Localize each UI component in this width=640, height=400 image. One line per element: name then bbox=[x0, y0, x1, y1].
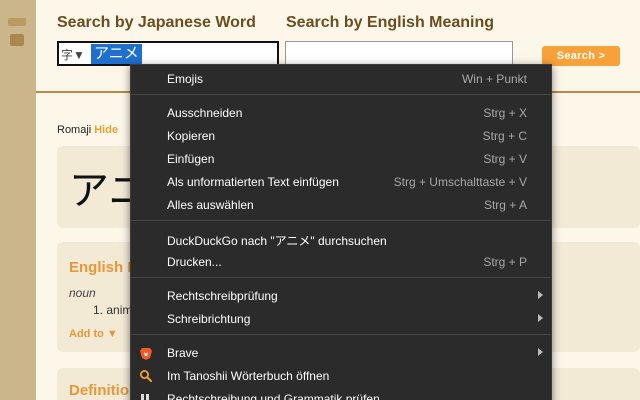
brave-lion-icon bbox=[140, 348, 152, 360]
menu-item-label: Im Tanoshii Wörterbuch öffnen bbox=[167, 369, 330, 383]
ime-indicator[interactable]: 字▼ bbox=[61, 46, 85, 63]
submenu-arrow-icon bbox=[538, 348, 543, 356]
romaji-toggle-row: Romaji Hide bbox=[57, 124, 118, 136]
menu-item-label: Alles auswählen bbox=[167, 198, 254, 212]
menu-item-label: Emojis bbox=[167, 72, 204, 86]
menu-item-label: Drucken... bbox=[167, 255, 222, 269]
menu-item-spellcheck[interactable]: Rechtschreibprüfung bbox=[131, 285, 551, 307]
menu-item-label: Kopieren bbox=[167, 129, 216, 143]
context-menu: Emojis Win + Punkt Ausschneiden Strg + X… bbox=[130, 64, 552, 400]
menu-item-cut[interactable]: Ausschneiden Strg + X bbox=[131, 102, 551, 124]
menu-item-emojis[interactable]: Emojis Win + Punkt bbox=[131, 68, 551, 90]
menu-item-label: Als unformatierten Text einfügen bbox=[167, 175, 339, 189]
menu-item-label: Schreibrichtung bbox=[167, 312, 251, 326]
submenu-arrow-icon bbox=[538, 291, 543, 299]
menu-item-shortcut: Strg + V bbox=[483, 152, 527, 166]
menu-item-search-duckduckgo[interactable]: DuckDuckGo nach "アニメ" durchsuchen bbox=[131, 228, 551, 250]
menu-item-copy[interactable]: Kopieren Strg + C bbox=[131, 125, 551, 147]
definitions-title: Definitio bbox=[69, 382, 129, 399]
search-button[interactable]: Search > bbox=[542, 46, 620, 66]
submenu-arrow-icon bbox=[538, 314, 543, 322]
menu-item-select-all[interactable]: Alles auswählen Strg + A bbox=[131, 194, 551, 216]
selected-input-text: アニメ bbox=[91, 44, 142, 64]
romaji-label: Romaji bbox=[57, 124, 92, 136]
menu-item-label: DuckDuckGo nach "アニメ" durchsuchen bbox=[167, 234, 387, 248]
menu-item-label: Einfügen bbox=[167, 152, 215, 166]
menu-item-shortcut: Strg + A bbox=[483, 198, 527, 212]
menu-separator bbox=[131, 220, 551, 221]
menu-item-shortcut: Win + Punkt bbox=[461, 72, 527, 86]
menu-item-print[interactable]: Drucken... Strg + P bbox=[131, 251, 551, 273]
part-of-speech: noun bbox=[69, 286, 96, 300]
search-icon bbox=[140, 370, 152, 382]
japanese-search-input[interactable]: 字▼ アニメ bbox=[57, 41, 279, 66]
left-background-strip bbox=[0, 0, 36, 400]
grammar-check-icon bbox=[141, 394, 149, 400]
meaning-list-item: 1. anim bbox=[93, 303, 133, 317]
menu-item-label: Rechtschreibprüfung bbox=[167, 289, 278, 303]
menu-item-tanoshii[interactable]: Im Tanoshii Wörterbuch öffnen bbox=[131, 365, 551, 387]
menu-item-shortcut: Strg + P bbox=[483, 255, 527, 269]
menu-item-paste-plain[interactable]: Als unformatierten Text einfügen Strg + … bbox=[131, 171, 551, 193]
menu-separator bbox=[131, 334, 551, 335]
romaji-hide-link[interactable]: Hide bbox=[94, 124, 118, 136]
decorative-shape bbox=[10, 34, 24, 46]
menu-item-label: Brave bbox=[167, 346, 199, 360]
add-to-dropdown[interactable]: Add to ▼ bbox=[69, 328, 118, 340]
menu-separator bbox=[131, 277, 551, 278]
menu-item-brave[interactable]: Brave bbox=[131, 342, 551, 364]
menu-item-shortcut: Strg + C bbox=[482, 129, 527, 143]
menu-item-label: Ausschneiden bbox=[167, 106, 243, 120]
menu-item-writing-direction[interactable]: Schreibrichtung bbox=[131, 308, 551, 330]
menu-item-paste[interactable]: Einfügen Strg + V bbox=[131, 148, 551, 170]
decorative-shape bbox=[8, 18, 26, 26]
english-search-label: Search by English Meaning bbox=[286, 14, 495, 31]
menu-item-grammar-check[interactable]: Rechtschreibung und Grammatik prüfen bbox=[131, 388, 551, 400]
japanese-search-label: Search by Japanese Word bbox=[57, 14, 256, 31]
english-search-input[interactable] bbox=[285, 41, 513, 66]
menu-item-shortcut: Strg + X bbox=[483, 106, 527, 120]
menu-separator bbox=[131, 94, 551, 95]
menu-item-label: Rechtschreibung und Grammatik prüfen bbox=[167, 392, 380, 400]
menu-item-shortcut: Strg + Umschalttaste + V bbox=[393, 175, 527, 189]
page: Search by Japanese Word Search by Englis… bbox=[0, 0, 640, 400]
